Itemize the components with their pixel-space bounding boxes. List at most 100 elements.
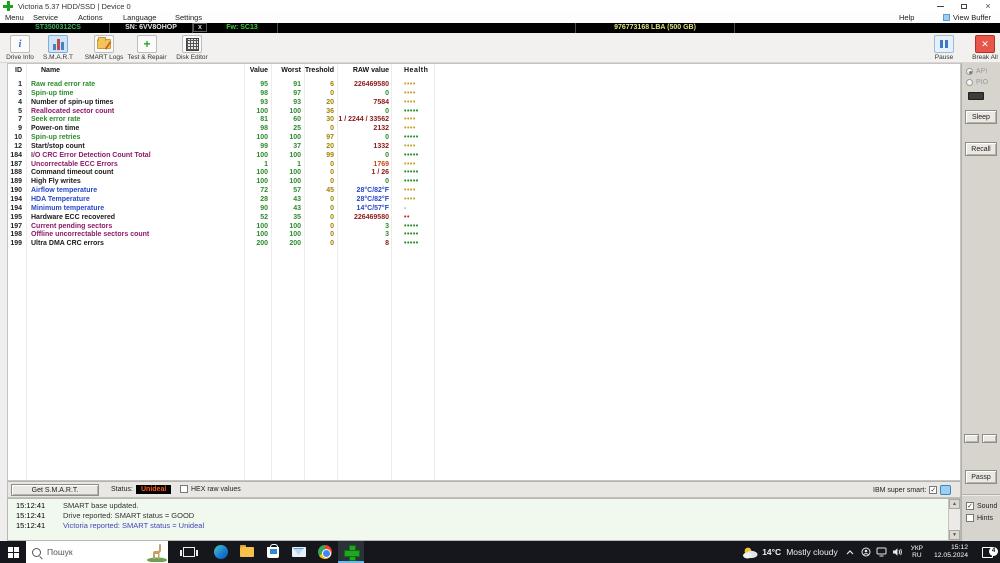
smart-logs-button[interactable]: SMART Logs [80,35,128,61]
mini-button-right[interactable] [982,434,997,443]
language-indicator[interactable]: УКР RU [906,545,928,559]
network-tray-icon[interactable] [874,547,890,557]
pause-icon [934,35,954,53]
taskbar-app-edge[interactable] [208,541,234,563]
start-button[interactable] [0,541,26,563]
taskbar-app-explorer[interactable] [234,541,260,563]
cell-value: 95 [260,81,268,88]
close-button[interactable]: × [976,0,1000,12]
taskbar-app-chrome[interactable] [312,541,338,563]
hidden-icons-chevron[interactable] [842,549,858,555]
checkbox-icon [966,514,974,522]
buffer-icon [943,14,950,21]
table-row[interactable]: 194 Minimum temperature 90 43 0 14°C/57°F - [8,205,960,214]
table-row[interactable]: 3 Spin-up time 98 97 0 0 •••• [8,90,960,99]
search-placeholder: Пошук [47,547,73,557]
table-row[interactable]: 12 Start/stop count 99 37 20 1332 •••• [8,143,960,152]
search-highlight-llama-image [147,544,167,562]
table-row[interactable]: 190 Airflow temperature 72 57 45 28°C/82°F •••… [8,187,960,196]
cell-raw: 226469580 [353,213,389,221]
drive-capacity: 976773168 LBA (500 GB) [575,23,735,33]
taskbar-app-store[interactable] [260,541,286,563]
status-label: Status: [111,486,133,493]
search-input[interactable]: Пошук [26,541,168,563]
table-row[interactable]: 4 Number of spin-up times 93 93 20 7584 •••• [8,99,960,108]
cell-raw: 14°C/57°F [356,204,389,212]
table-row[interactable]: 1 Raw read error rate 95 91 6 226469580 •••• [8,81,960,90]
log-line: 15:12:41 Victoria reported: SMART status … [8,521,946,531]
break-all-button[interactable]: ✕ Break All [961,35,1000,61]
passp-button[interactable]: Passp [965,470,997,484]
table-row[interactable]: 189 High Fly writes 100 100 0 0 ••••• [8,178,960,187]
sleep-button[interactable]: Sleep [965,110,997,124]
ibm-super-smart-checkbox[interactable]: IBM super smart: ✓ [873,485,952,495]
disk-editor-button[interactable]: Disk Editor [168,35,216,61]
table-row[interactable]: 194 HDA Temperature 28 43 0 28°C/82°F •••• [8,196,960,205]
device-info-bar: ST3500312CS SN: 6VV8OHOP x Fw: SC13 9767… [0,23,1000,33]
mini-button-left[interactable] [964,434,979,443]
get-smart-button[interactable]: Get S.M.A.R.T. [11,484,99,496]
chrome-icon [318,545,332,559]
cell-value: 100 [256,151,268,159]
task-view-button[interactable] [176,541,202,563]
table-row[interactable]: 197 Current pending sectors 100 100 0 3 ••••• [8,223,960,232]
table-row[interactable]: 198 Offline uncorrectable sectors count 10… [8,231,960,240]
recall-button[interactable]: Recall [965,142,997,156]
scroll-up-icon[interactable]: ▲ [949,499,960,509]
clock-widget[interactable]: 15:12 12.05.2024 [928,544,974,560]
cell-value: 98 [260,89,268,97]
cell-id: 7 [18,116,22,124]
panel-divider [962,494,1000,495]
scroll-down-icon[interactable]: ▼ [949,530,960,540]
cell-id: 187 [10,160,22,168]
cell-value: 98 [260,125,268,133]
cell-health: •••• [404,116,416,124]
volume-tray-icon[interactable] [890,547,906,557]
cell-health: ••••• [404,169,419,177]
cell-raw: 7584 [373,98,389,106]
status-badge: Unideal [136,484,172,494]
table-row[interactable]: 199 Ultra DMA CRC errors 200 200 0 8 ••••• [8,240,960,249]
table-row[interactable]: 187 Uncorrectable ECC Errors 1 1 0 1769 •••• [8,161,960,170]
cell-value: 93 [260,98,268,106]
taskbar-app-victoria[interactable] [338,541,364,563]
drive-firmware: Fw: SC13 [207,23,278,33]
checkbox-icon [180,485,188,493]
table-row[interactable]: 9 Power-on time 98 25 0 2132 •••• [8,125,960,134]
sound-checkbox[interactable]: ✓ Sound [966,502,997,510]
cell-value: 52 [260,213,268,221]
device-close-button[interactable]: x [193,23,207,32]
test-repair-button[interactable]: + Test & Repair [123,35,171,61]
menu-item-actions[interactable]: Actions [78,13,103,22]
menu-item-settings[interactable]: Settings [175,13,202,22]
table-row[interactable]: 195 Hardware ECC recovered 52 35 0 226469580 •… [8,214,960,223]
pio-radio[interactable]: PIO [966,79,988,86]
smart-tab-button[interactable]: S.M.A.R.T [34,35,82,61]
cell-health: •••• [404,195,416,203]
user-tray-icon[interactable] [858,547,874,557]
menu-item-help[interactable]: Help [899,13,914,22]
action-center-button[interactable]: 4 [974,546,1000,558]
log-scrollbar[interactable]: ▲ ▼ [948,499,960,540]
restore-button[interactable] [952,0,976,12]
menu-item-service[interactable]: Service [33,13,58,22]
hints-checkbox[interactable]: Hints [966,514,993,522]
cell-health: •••• [404,142,416,150]
edge-icon [214,545,228,559]
table-row[interactable]: 188 Command timeout count 100 100 0 1 / 26 •••… [8,169,960,178]
minimize-button[interactable] [928,0,952,12]
menu-item-menu[interactable]: Menu [5,13,24,22]
table-row[interactable]: 184 I/O CRC Error Detection Count Total 10… [8,152,960,161]
taskbar-app-mail[interactable] [286,541,312,563]
api-radio[interactable]: API [966,68,987,75]
menu-item-language[interactable]: Language [123,13,156,22]
table-row[interactable]: 10 Spin-up retries 100 100 97 0 ••••• [8,134,960,143]
hex-raw-values-checkbox[interactable]: HEX raw values [180,485,241,493]
cell-value: 72 [260,187,268,195]
weather-widget[interactable]: 14°C Mostly cloudy [738,546,842,559]
table-row[interactable]: 5 Reallocated sector count 100 100 36 0 ••••• [8,108,960,117]
ibm-super-smart-label: IBM super smart: [873,486,927,494]
smart-logs-label: SMART Logs [84,54,124,61]
sector-grid-icon [182,35,202,53]
table-row[interactable]: 7 Seek error rate 81 60 30 1 / 2244 / 33562 ••… [8,116,960,125]
